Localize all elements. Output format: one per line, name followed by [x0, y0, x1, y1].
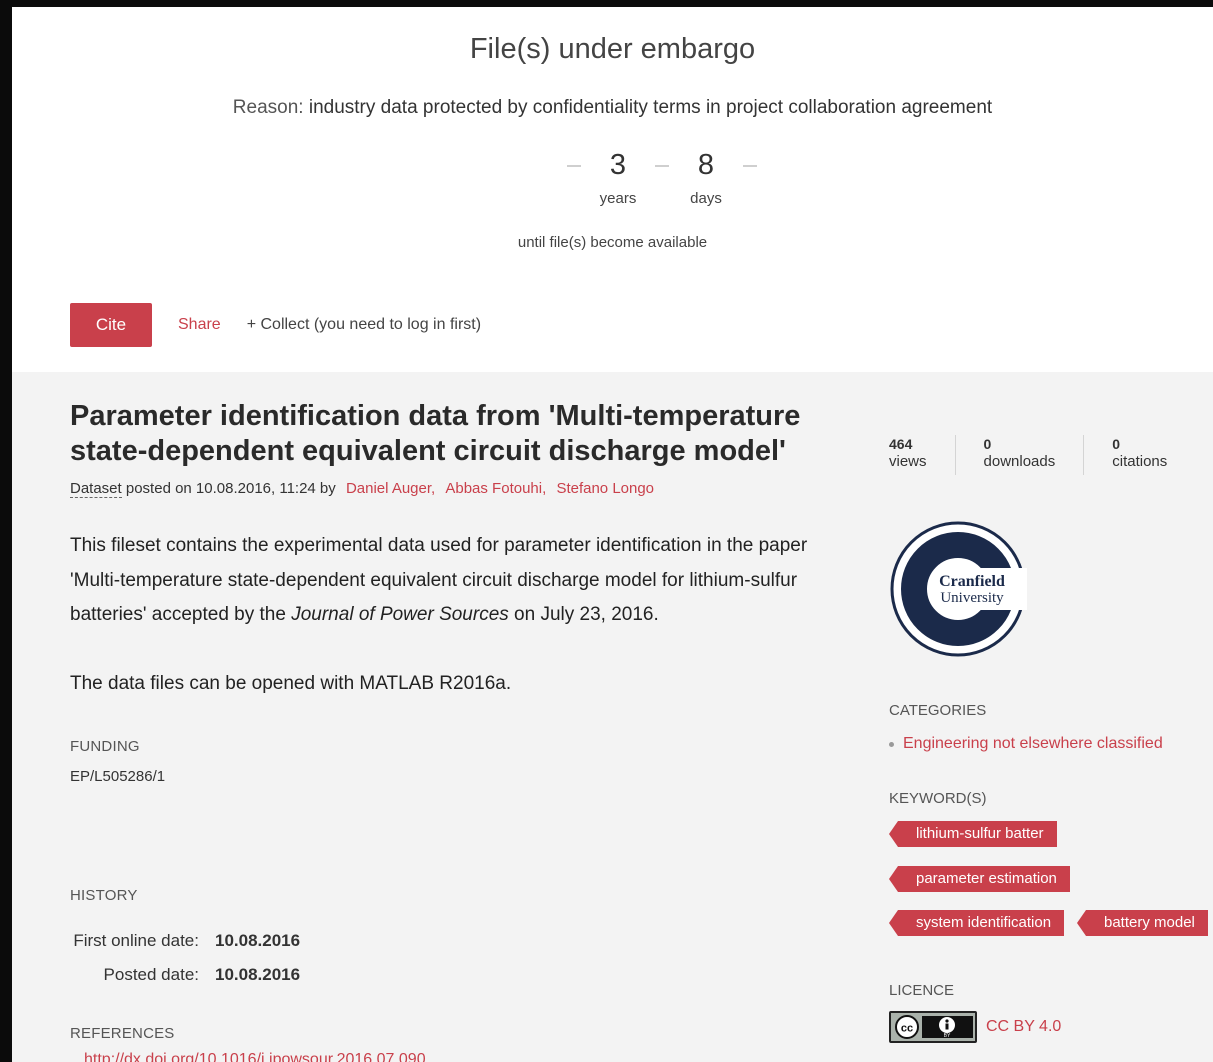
- countdown-years: 3 years: [588, 149, 648, 207]
- category-item[interactable]: Engineering not elsewhere classified: [889, 735, 1163, 753]
- countdown-years-unit: years: [599, 190, 637, 207]
- categories-heading: CATEGORIES: [889, 702, 987, 719]
- author-link[interactable]: Abbas Fotouhi,: [445, 480, 546, 497]
- history-first-online: First online date: 10.08.2016: [54, 931, 300, 951]
- reference-link[interactable]: http://dx.doi.org/10.1016/j.jpowsour.201…: [84, 1051, 426, 1062]
- stat-label: downloads: [983, 453, 1056, 470]
- author-link[interactable]: Daniel Auger,: [346, 480, 435, 497]
- stat-count: 0: [1112, 436, 1121, 452]
- licence-link[interactable]: CC BY 4.0: [986, 1018, 1061, 1036]
- author-link[interactable]: Stefano Longo: [556, 480, 654, 497]
- share-link[interactable]: Share: [178, 316, 221, 334]
- licence-row: cc BY CC BY 4.0: [889, 1011, 1061, 1043]
- cc-badge-text: BY: [944, 1033, 951, 1039]
- posted-text: posted on 10.08.2016, 11:24 by: [125, 480, 336, 497]
- history-posted: Posted date: 10.08.2016: [54, 965, 301, 985]
- stat-label: citations: [1112, 453, 1168, 470]
- description-paragraph: This fileset contains the experimental d…: [70, 529, 860, 633]
- keyword-tag[interactable]: battery model: [1077, 910, 1208, 936]
- keyword-tag[interactable]: system identification: [888, 910, 1065, 936]
- embargo-title: File(s) under embargo: [469, 33, 756, 65]
- item-title: Parameter identification data from 'Mult…: [70, 400, 801, 467]
- item-stats: 464 views 0 downloads 0 citations: [889, 435, 1195, 475]
- stat-views: 464 views: [889, 435, 955, 475]
- logo-line2: University: [940, 590, 1004, 606]
- item-meta: Dataset posted on 10.08.2016, 11:24 by D…: [70, 480, 654, 498]
- category-label[interactable]: Engineering not elsewhere classified: [903, 735, 1163, 753]
- cite-button[interactable]: Cite: [70, 303, 152, 347]
- funding-value: EP/L505286/1: [70, 768, 166, 785]
- funding-heading: FUNDING: [70, 738, 140, 755]
- embargo-reason: Reason: industry data protected by confi…: [12, 97, 1213, 119]
- item-description: This fileset contains the experimental d…: [70, 529, 860, 701]
- collect-link[interactable]: + Collect (you need to log in first): [247, 316, 481, 334]
- description-text: on July 23, 2016.: [508, 604, 659, 625]
- history-label: First online date:: [73, 931, 199, 950]
- history-value: 10.08.2016: [215, 931, 301, 950]
- countdown-days-value: 8: [697, 149, 715, 181]
- embargo-reason-label: Reason:: [232, 97, 304, 118]
- history-label: Posted date:: [103, 965, 199, 984]
- description-paragraph: The data files can be opened with MATLAB…: [70, 672, 512, 694]
- countdown-divider: [567, 165, 581, 167]
- countdown-divider: [743, 165, 757, 167]
- bullet-icon: [889, 741, 894, 747]
- countdown-divider: [655, 165, 669, 167]
- history-heading: HISTORY: [70, 887, 138, 904]
- action-bar: Cite Share + Collect (you need to log in…: [70, 303, 481, 347]
- page-frame: File(s) under embargo Reason: industry d…: [12, 7, 1213, 1062]
- countdown-days-unit: days: [690, 190, 722, 207]
- stat-count: 0: [983, 436, 992, 452]
- stat-downloads: 0 downloads: [954, 435, 1084, 475]
- cc-by-icon: cc BY: [895, 1015, 973, 1039]
- countdown-days: 8 days: [676, 149, 736, 207]
- embargo-panel: File(s) under embargo Reason: industry d…: [12, 7, 1213, 372]
- stat-count: 464: [889, 436, 913, 452]
- references-heading: REFERENCES: [70, 1025, 175, 1042]
- countdown-years-value: 3: [609, 149, 627, 181]
- keyword-tag[interactable]: parameter estimation: [889, 866, 1070, 892]
- item-type[interactable]: Dataset: [70, 480, 122, 498]
- cc-by-badge[interactable]: cc BY: [889, 1011, 977, 1043]
- licence-heading: LICENCE: [889, 982, 955, 999]
- journal-name: Journal of Power Sources: [291, 604, 509, 625]
- embargo-until-text: until file(s) become available: [517, 234, 708, 251]
- stat-label: views: [889, 453, 927, 470]
- keywords-heading: KEYWORD(S): [889, 790, 987, 807]
- cranfield-university-logo[interactable]: Cranfield University: [889, 520, 1027, 658]
- keyword-tag[interactable]: lithium-sulfur batter: [889, 821, 1057, 847]
- history-value: 10.08.2016: [215, 965, 301, 984]
- embargo-reason-text: industry data protected by confidentiali…: [308, 97, 993, 118]
- logo-line1: Cranfield: [939, 573, 1005, 590]
- svg-text:cc: cc: [901, 1023, 913, 1035]
- stat-citations: 0 citations: [1083, 435, 1195, 475]
